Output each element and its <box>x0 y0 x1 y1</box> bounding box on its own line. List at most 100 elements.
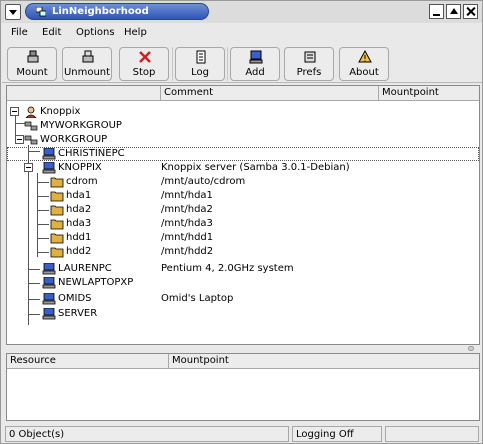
column-comment[interactable]: Comment <box>161 86 379 101</box>
log-button[interactable]: Log <box>175 47 225 81</box>
maximize-button[interactable] <box>446 4 461 19</box>
about-label: About <box>349 67 379 78</box>
collapse-toggle[interactable] <box>15 135 24 144</box>
tree-row-newlaptopxp[interactable]: NEWLAPTOPXP <box>7 276 479 290</box>
toolbar-separator <box>172 47 173 81</box>
app-window: LinNeighborhood File Edit Options Help M… <box>0 0 483 444</box>
toolbar-separator <box>227 47 228 81</box>
prefs-button[interactable]: Prefs <box>284 47 334 81</box>
folder-icon <box>50 205 64 216</box>
tree-node-label: Knoppix <box>40 106 81 117</box>
tree-row-share-hda2[interactable]: hda2 /mnt/hda2 <box>7 203 479 217</box>
tree-node-label: LAURENPC <box>58 263 112 274</box>
column-resource[interactable]: Resource <box>7 354 169 369</box>
minimize-button[interactable] <box>429 4 444 19</box>
toolbar: Mount Unmount Stop Log Add Prefs About <box>2 41 482 83</box>
unmount-label: Unmount <box>63 67 111 78</box>
tree-node-label: CHRISTINEPC <box>58 148 125 159</box>
unmount-icon <box>82 50 94 63</box>
tree-node-label: hda3 <box>66 218 92 229</box>
computer-icon <box>42 308 56 320</box>
tree-line <box>28 299 40 300</box>
window-menu-button[interactable] <box>5 4 21 20</box>
menu-help[interactable]: Help <box>124 27 147 38</box>
tree-node-label: hda2 <box>66 204 92 215</box>
close-button[interactable] <box>463 4 478 19</box>
tree-node-label: KNOPPIX <box>58 162 102 173</box>
workgroup-icon <box>24 135 38 145</box>
tree-node-label: hdd1 <box>66 232 92 243</box>
column-mountpoint-lower[interactable]: Mountpoint <box>169 354 479 369</box>
collapse-toggle[interactable] <box>24 163 33 172</box>
tree-line <box>37 238 49 239</box>
tree-node-label: OMIDS <box>58 293 92 304</box>
workgroup-icon <box>24 121 38 131</box>
splitter-handle[interactable] <box>468 346 474 351</box>
mount-button[interactable]: Mount <box>7 47 57 81</box>
network-tree-view[interactable]: Comment Mountpoint Knoppix MYWORKGROUP W… <box>6 85 480 345</box>
log-label: Log <box>191 67 209 78</box>
title-bar[interactable]: LinNeighborhood <box>1 1 482 23</box>
tree-row-share-hda1[interactable]: hda1 /mnt/hda1 <box>7 189 479 203</box>
tree-node-comment: /mnt/hdd1 <box>161 232 214 243</box>
tree-line <box>37 182 49 183</box>
tree-row-knoppix-server[interactable]: KNOPPIX Knoppix server (Samba 3.0.1-Debi… <box>7 161 479 175</box>
tree-row-omids[interactable]: OMIDS Omid's Laptop <box>7 292 479 306</box>
app-icon <box>36 7 46 17</box>
tree-node-label: MYWORKGROUP <box>40 120 122 131</box>
tree-line <box>37 196 49 197</box>
add-button[interactable]: Add <box>230 47 280 81</box>
title-pill[interactable]: LinNeighborhood <box>25 3 209 20</box>
tree-row-share-hdd1[interactable]: hdd1 /mnt/hdd1 <box>7 231 479 245</box>
tree-row-myworkgroup[interactable]: MYWORKGROUP <box>7 119 479 133</box>
tree-column-header: Comment Mountpoint <box>7 86 479 101</box>
tree-node-label: hdd2 <box>66 246 92 257</box>
stop-label: Stop <box>132 67 156 78</box>
unmount-button[interactable]: Unmount <box>62 47 112 81</box>
stop-button[interactable]: Stop <box>119 47 169 81</box>
tree-row-server[interactable]: SERVER <box>7 307 479 321</box>
tree-node-comment: Pentium 4, 2.0GHz system <box>161 263 294 274</box>
tree-node-label: cdrom <box>66 176 98 187</box>
tree-line <box>28 314 40 315</box>
menu-edit[interactable]: Edit <box>42 27 61 38</box>
menu-file[interactable]: File <box>11 27 28 38</box>
menu-options[interactable]: Options <box>76 27 115 38</box>
tree-row-share-hda3[interactable]: hda3 /mnt/hda3 <box>7 217 479 231</box>
computer-icon <box>42 293 56 305</box>
tree-row-share-cdrom[interactable]: cdrom /mnt/auto/cdrom <box>7 175 479 189</box>
resources-column-header: Resource Mountpoint <box>7 354 479 369</box>
tree-row-christinepc[interactable]: CHRISTINEPC <box>7 147 479 161</box>
tree-row-laurenpc[interactable]: LAURENPC Pentium 4, 2.0GHz system <box>7 262 479 276</box>
prefs-label: Prefs <box>296 67 322 78</box>
computer-icon <box>42 263 56 275</box>
folder-icon <box>50 177 64 188</box>
tree-row-knoppix-root[interactable]: Knoppix <box>7 105 479 119</box>
tree-row-share-hdd2[interactable]: hdd2 /mnt/hdd2 <box>7 245 479 259</box>
tree-line <box>28 283 40 284</box>
tree-node-comment: /mnt/hda1 <box>161 190 213 201</box>
tree-row-workgroup[interactable]: WORKGROUP <box>7 133 479 147</box>
collapse-toggle[interactable] <box>10 107 19 116</box>
user-icon <box>25 106 37 118</box>
mounted-resources-list[interactable]: Resource Mountpoint <box>6 353 480 421</box>
log-icon <box>196 50 206 64</box>
tree-line <box>37 224 49 225</box>
tree-node-label: hda1 <box>66 190 92 201</box>
folder-icon <box>50 233 64 244</box>
status-object-count: 0 Object(s) <box>5 426 289 442</box>
tree-node-label: WORKGROUP <box>40 134 108 145</box>
tree-node-comment: /mnt/hdd2 <box>161 246 214 257</box>
computer-icon <box>42 148 56 160</box>
folder-icon <box>50 191 64 202</box>
about-button[interactable]: About <box>339 47 389 81</box>
tree-line <box>28 269 40 270</box>
status-extra-cell <box>385 426 479 442</box>
tree-node-label: SERVER <box>58 308 98 319</box>
pane-splitter[interactable] <box>6 346 480 351</box>
column-name[interactable] <box>7 86 161 101</box>
tree-line <box>37 210 49 211</box>
add-label: Add <box>245 67 265 78</box>
computer-icon <box>42 277 56 289</box>
column-mountpoint[interactable]: Mountpoint <box>379 86 479 101</box>
